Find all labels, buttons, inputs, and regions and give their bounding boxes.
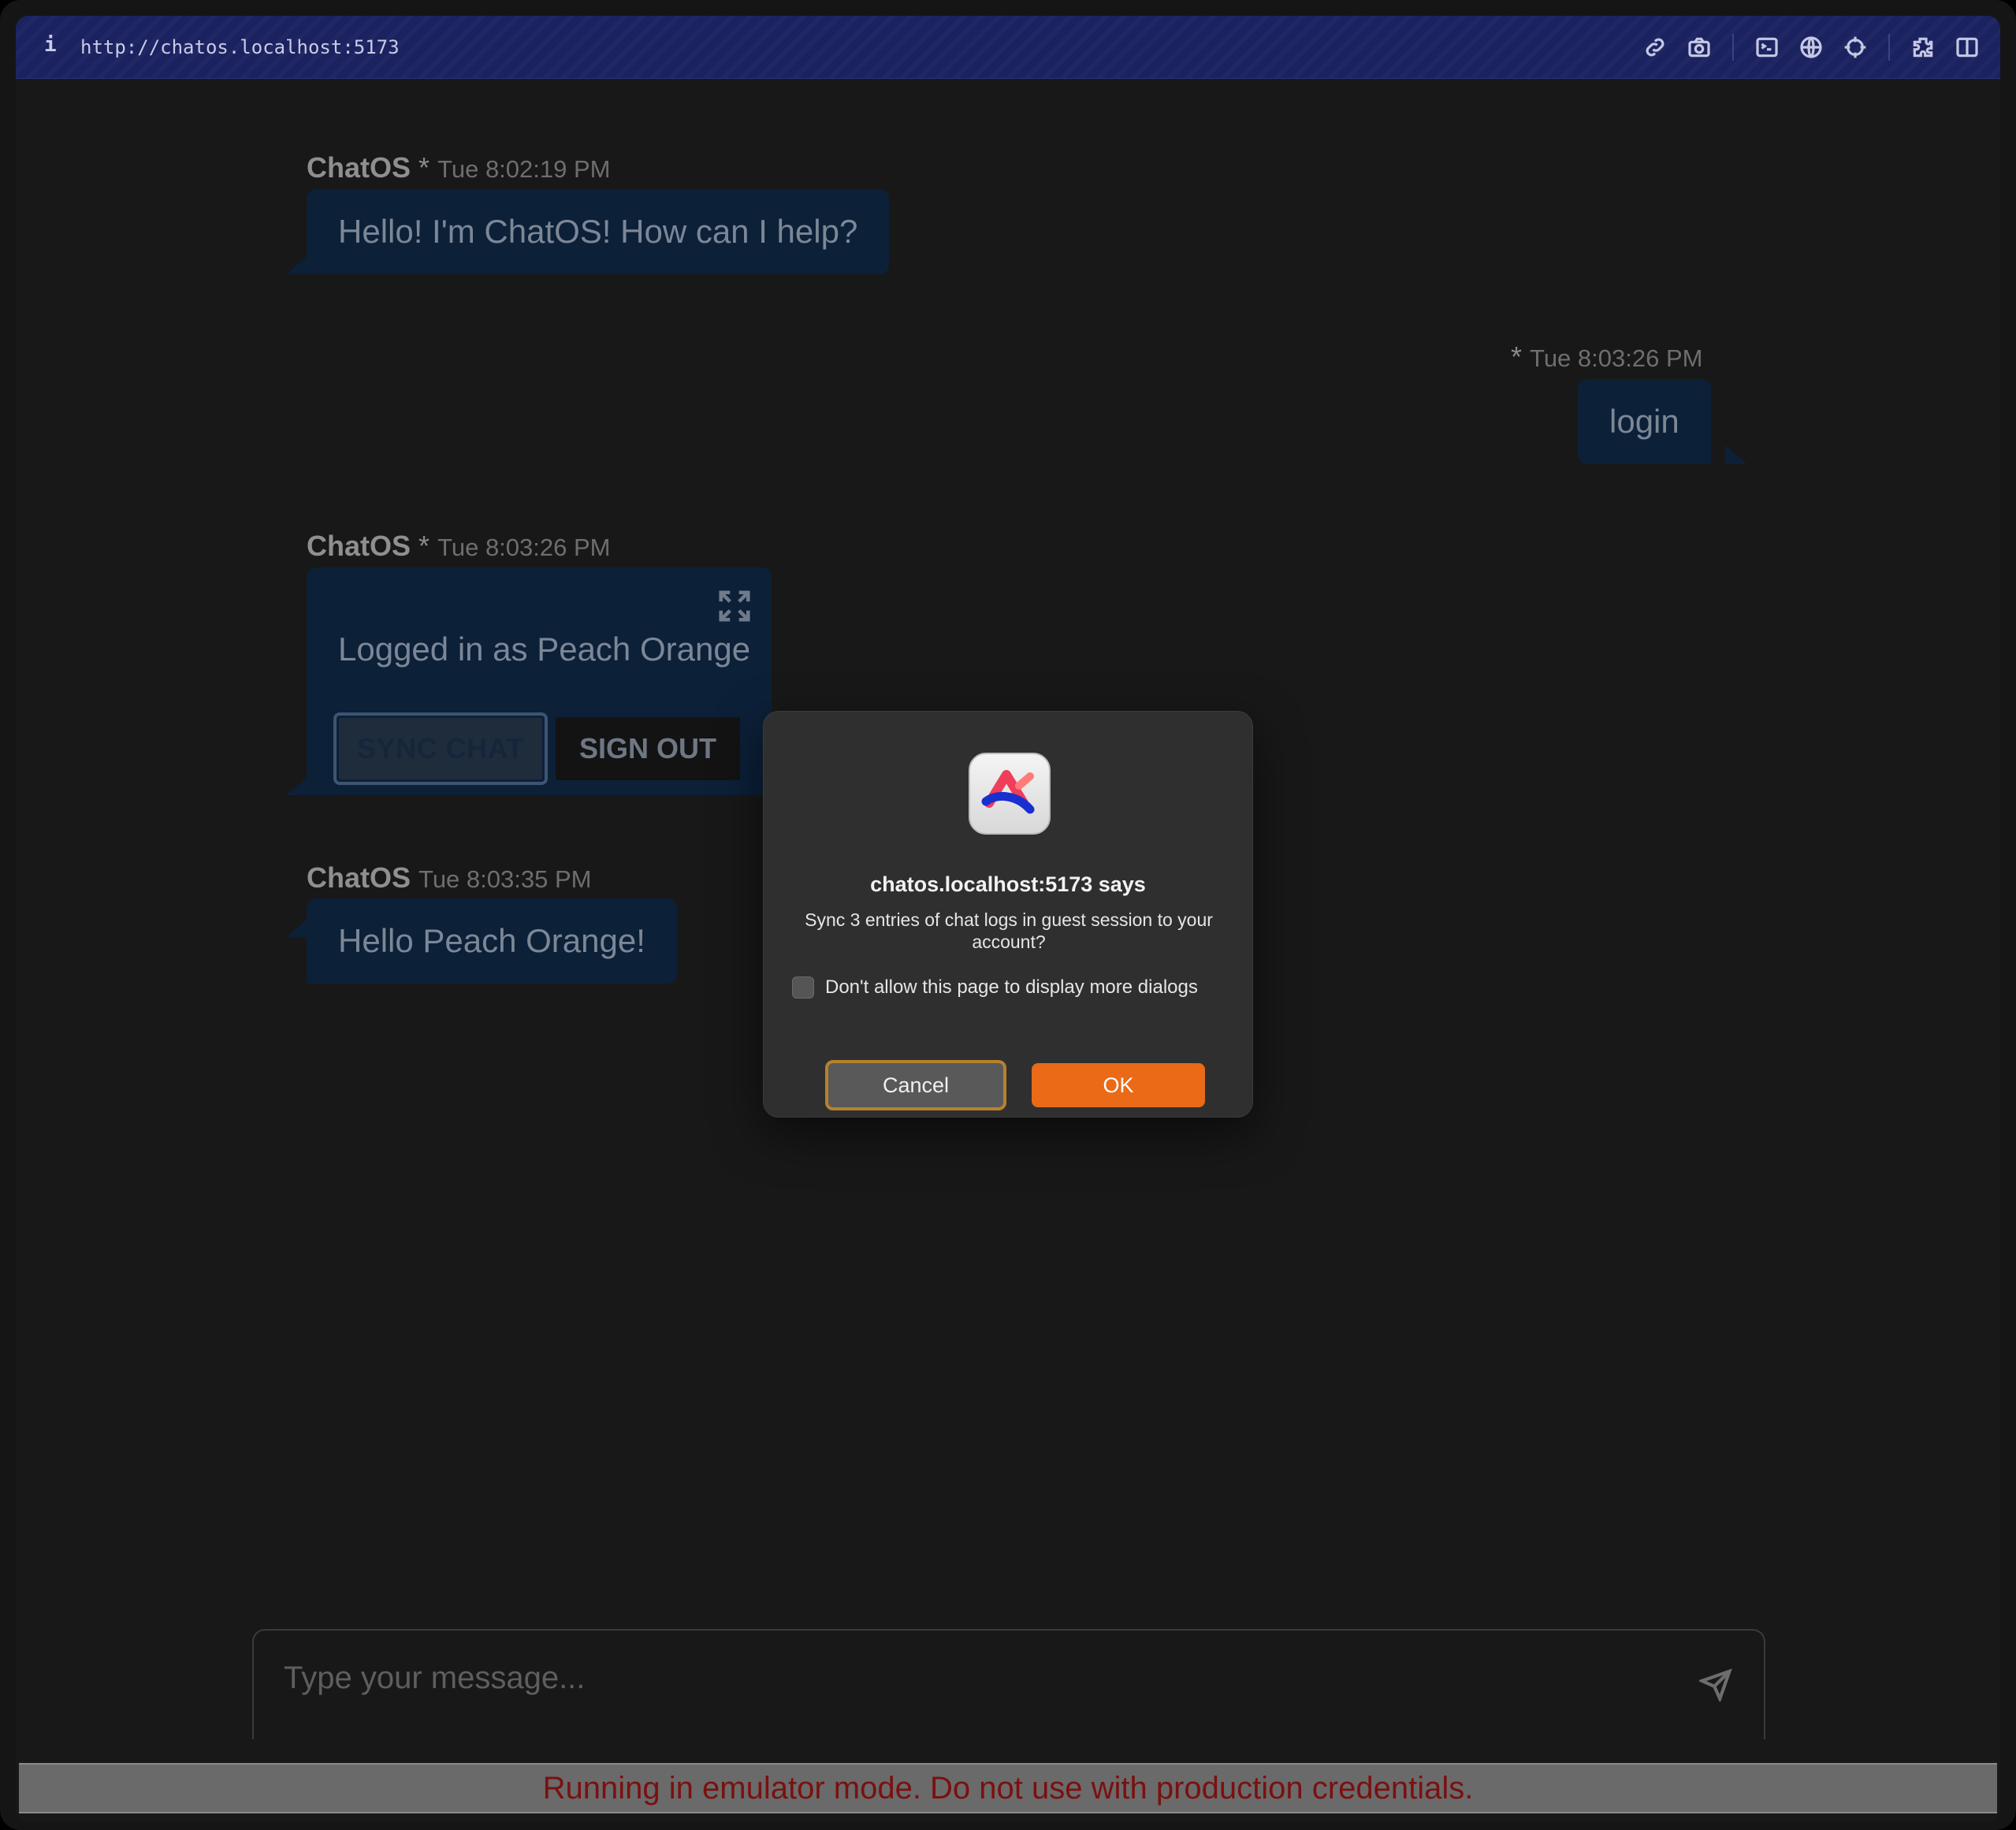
link-icon[interactable] <box>1633 30 1677 65</box>
message-header: ChatOS * Tue 8:02:19 PM <box>307 151 610 184</box>
message-input[interactable] <box>284 1654 1624 1702</box>
emulator-warning-banner: Running in emulator mode. Do not use wit… <box>19 1763 1997 1813</box>
url-bar: i http://chatos.localhost:5173 <box>16 16 2000 79</box>
timestamp: Tue 8:03:26 PM <box>437 534 611 561</box>
message-text: login <box>1609 403 1679 440</box>
login-card: Logged in as Peach Orange SYNC CHAT SIGN… <box>307 567 772 795</box>
url-text[interactable]: http://chatos.localhost:5173 <box>80 36 400 58</box>
message-header: ChatOS * Tue 8:03:26 PM <box>307 530 610 563</box>
sync-chat-button[interactable]: SYNC CHAT <box>333 712 548 785</box>
suppress-dialogs-label[interactable]: Don't allow this page to display more di… <box>825 976 1198 999</box>
url-toolbar <box>1633 30 1989 65</box>
bubble-tail <box>286 918 308 937</box>
message-header: ChatOS Tue 8:03:35 PM <box>307 861 591 895</box>
message-marker: * <box>418 530 430 562</box>
message-bubble: Hello! I'm ChatOS! How can I help? <box>307 189 890 274</box>
bubble-tail <box>286 776 308 795</box>
sender-name: ChatOS <box>307 861 411 894</box>
login-status-text: Logged in as Peach Orange <box>338 630 751 668</box>
sender-name: ChatOS <box>307 151 411 184</box>
suppress-dialogs-option[interactable]: Don't allow this page to display more di… <box>792 976 1198 999</box>
dialog-title: chatos.localhost:5173 says <box>870 872 1146 896</box>
browser-window: i http://chatos.localhost:5173 ChatOS * … <box>16 16 2000 1822</box>
ok-button[interactable]: OK <box>1032 1063 1205 1107</box>
timestamp: Tue 8:03:26 PM <box>1530 344 1703 372</box>
extensions-icon[interactable] <box>1901 30 1945 65</box>
dialog-message: Sync 3 entries of chat logs in guest ses… <box>805 909 1213 952</box>
confirm-dialog: chatos.localhost:5173 says Sync 3 entrie… <box>763 711 1253 1118</box>
site-info-icon[interactable]: i <box>44 33 57 57</box>
window-frame: i http://chatos.localhost:5173 ChatOS * … <box>0 0 2016 1830</box>
toolbar-divider <box>1732 34 1734 61</box>
toolbar-divider <box>1888 34 1890 61</box>
message-bubble: Hello Peach Orange! <box>307 898 677 984</box>
expand-icon[interactable] <box>716 588 753 624</box>
globe-icon[interactable] <box>1789 30 1833 65</box>
message-header: * Tue 8:03:26 PM <box>1511 340 1702 374</box>
sender-name: ChatOS <box>307 530 411 562</box>
send-icon[interactable] <box>1697 1668 1732 1704</box>
browser-app-icon <box>969 753 1051 835</box>
bubble-tail <box>1725 445 1747 464</box>
cancel-button[interactable]: Cancel <box>825 1060 1006 1110</box>
message-composer <box>252 1629 1765 1739</box>
message-marker: * <box>418 151 430 184</box>
message-bubble: login <box>1578 379 1711 464</box>
crosshair-icon[interactable] <box>1833 30 1877 65</box>
split-view-icon[interactable] <box>1945 30 1989 65</box>
message-text: Hello! I'm ChatOS! How can I help? <box>338 213 858 250</box>
suppress-dialogs-checkbox[interactable] <box>792 976 814 999</box>
timestamp: Tue 8:03:35 PM <box>418 865 592 893</box>
bubble-tail <box>286 255 308 274</box>
camera-icon[interactable] <box>1677 30 1721 65</box>
terminal-icon[interactable] <box>1745 30 1789 65</box>
message-marker: * <box>1511 340 1523 373</box>
timestamp: Tue 8:02:19 PM <box>437 155 611 183</box>
sign-out-button[interactable]: SIGN OUT <box>556 717 740 780</box>
banner-text: Running in emulator mode. Do not use wit… <box>542 1770 1474 1806</box>
message-text: Hello Peach Orange! <box>338 922 645 959</box>
